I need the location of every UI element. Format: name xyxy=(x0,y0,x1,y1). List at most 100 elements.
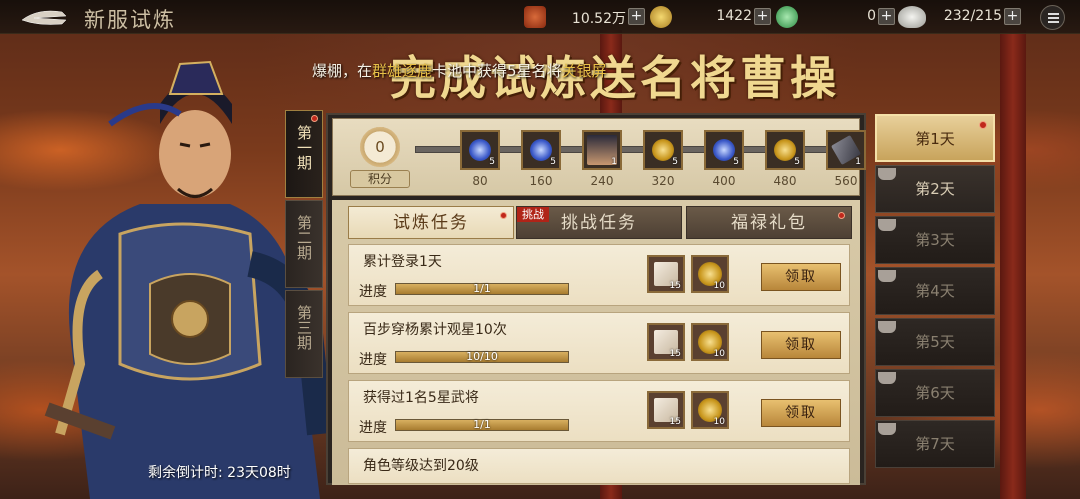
challenge-tag: 挑战 xyxy=(517,207,549,222)
day-tab-2[interactable]: 第2天 xyxy=(875,165,995,213)
task-name: 获得过1名5星武将 xyxy=(363,390,479,406)
reward-count: 15 xyxy=(669,281,681,291)
score-value: 0 xyxy=(375,138,385,156)
blue-orb-icon xyxy=(713,139,735,161)
resource-value: 0 xyxy=(867,8,876,24)
resource-copper: 10.52万 + xyxy=(524,6,646,28)
silver-ingot-icon xyxy=(898,6,926,28)
reward-count: 1 xyxy=(611,157,617,167)
task-row: 获得过1名5星武将 进度 1/1 15 10 领取 xyxy=(348,380,850,442)
resource-value: 1422 xyxy=(716,8,752,24)
menu-icon xyxy=(1048,13,1059,15)
background-pillar xyxy=(1000,30,1026,499)
milestone-points: 80 xyxy=(472,174,488,188)
day-label: 第1天 xyxy=(915,130,955,148)
milestone-reward[interactable]: 1 xyxy=(826,130,866,170)
task-reward-item[interactable]: 15 xyxy=(647,323,685,361)
reward-count: 5 xyxy=(489,157,495,167)
milestone-points: 480 xyxy=(773,174,797,188)
reward-count: 10 xyxy=(713,349,725,359)
task-reward-item[interactable]: 15 xyxy=(647,255,685,293)
milestone-reward[interactable]: 5 xyxy=(765,130,805,170)
score-label: 积分 xyxy=(350,170,410,188)
task-reward-item[interactable]: 10 xyxy=(691,255,729,293)
top-bar: 新服试炼 10.52万 + 1422 + 0 + 232/215 + xyxy=(0,0,1080,34)
add-gold-button[interactable]: + xyxy=(754,8,771,25)
milestone-reward[interactable]: 5 xyxy=(704,130,744,170)
reward-count: 5 xyxy=(794,157,800,167)
back-arrow-icon xyxy=(21,10,67,25)
tab-gift-packs[interactable]: 福禄礼包 xyxy=(686,206,852,239)
reward-count: 5 xyxy=(550,157,556,167)
announcement-marquee: 爆棚，在群雄逐鹿卡池中获得5星名将关银屏 xyxy=(312,62,607,80)
phase-tab-2[interactable]: 第二期 xyxy=(285,200,323,288)
resource-silver: 232/215 + xyxy=(898,6,1022,28)
resource-jade: 0 + xyxy=(776,6,896,28)
page-title: 新服试炼 xyxy=(84,8,176,32)
task-name: 累计登录1天 xyxy=(363,254,442,270)
lock-icon xyxy=(878,321,896,333)
lock-icon xyxy=(878,168,896,180)
phase-tab-3[interactable]: 第三期 xyxy=(285,290,323,378)
day-label: 第2天 xyxy=(915,180,955,198)
milestone-points: 400 xyxy=(712,174,736,188)
notification-dot xyxy=(500,212,507,219)
task-reward-item[interactable]: 10 xyxy=(691,391,729,429)
milestone-points: 560 xyxy=(834,174,858,188)
day-tab-6[interactable]: 第6天 xyxy=(875,369,995,417)
reward-count: 5 xyxy=(733,157,739,167)
day-label: 第6天 xyxy=(915,384,955,402)
notification-dot xyxy=(979,121,987,129)
progress-bar: 1/1 xyxy=(395,418,569,431)
milestone-points: 160 xyxy=(529,174,553,188)
progress-label: 进度 xyxy=(359,352,387,368)
milestone-reward[interactable]: 5 xyxy=(643,130,683,170)
gold-ingot-icon xyxy=(650,6,672,28)
day-tab-1[interactable]: 第1天 xyxy=(875,114,995,162)
claim-button[interactable]: 领取 xyxy=(761,331,841,359)
cao-cao-portrait xyxy=(44,60,330,499)
add-jade-button[interactable]: + xyxy=(878,8,895,25)
milestone-points: 320 xyxy=(651,174,675,188)
task-reward-item[interactable]: 10 xyxy=(691,323,729,361)
day-label: 第3天 xyxy=(915,231,955,249)
milestone-reward[interactable]: 5 xyxy=(460,130,500,170)
add-silver-button[interactable]: + xyxy=(1004,8,1021,25)
milestone-points: 240 xyxy=(590,174,614,188)
lock-icon xyxy=(878,219,896,231)
lock-icon xyxy=(878,423,896,435)
reward-count: 10 xyxy=(713,281,725,291)
task-row: 累计登录1天进度 1/1 15 10 领取 xyxy=(348,244,850,306)
notification-dot xyxy=(311,115,318,122)
add-copper-button[interactable]: + xyxy=(628,8,645,25)
claim-button[interactable]: 领取 xyxy=(761,399,841,427)
back-button[interactable] xyxy=(18,6,70,28)
day-tab-7[interactable]: 第7天 xyxy=(875,420,995,468)
notification-dot xyxy=(838,212,845,219)
day-tab-4[interactable]: 第4天 xyxy=(875,267,995,315)
day-tab-3[interactable]: 第3天 xyxy=(875,216,995,264)
task-name: 角色等级达到20级 xyxy=(363,458,479,474)
tab-trial-tasks[interactable]: 试炼任务 xyxy=(348,206,514,239)
task-reward-item[interactable]: 15 xyxy=(647,391,685,429)
phase-tab-1[interactable]: 第一期 xyxy=(285,110,323,198)
claim-button[interactable]: 领取 xyxy=(761,263,841,291)
reward-count: 10 xyxy=(713,417,725,427)
gold-coin-icon xyxy=(652,139,674,161)
resource-value: 10.52万 xyxy=(571,11,626,27)
milestone-reward[interactable]: 5 xyxy=(521,130,561,170)
progress-text: 10/10 xyxy=(466,350,498,363)
menu-button[interactable] xyxy=(1040,5,1065,30)
copper-coins-icon xyxy=(524,6,546,28)
progress-bar: 10/10 xyxy=(395,350,569,363)
progress-text: 1/1 xyxy=(473,282,491,295)
reward-count: 15 xyxy=(669,349,681,359)
day-label: 第5天 xyxy=(915,333,955,351)
progress-label: 进度 xyxy=(359,284,387,300)
lock-icon xyxy=(878,372,896,384)
milestone-reward[interactable]: 1 xyxy=(582,130,622,170)
progress-text: 1/1 xyxy=(473,418,491,431)
progress-bar: 1/1 xyxy=(395,282,569,295)
day-tab-5[interactable]: 第5天 xyxy=(875,318,995,366)
reward-count: 1 xyxy=(855,157,861,167)
